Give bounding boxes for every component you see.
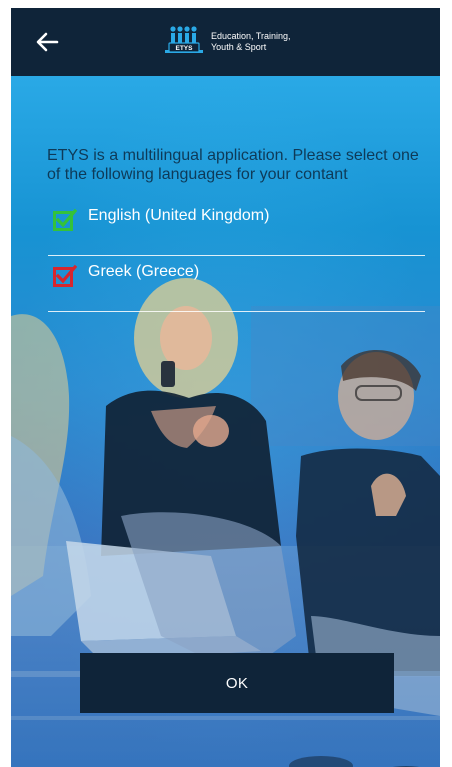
etys-logo-icon: ETYS — [165, 26, 203, 53]
logo-wordmark: Education, Training, Youth & Sport — [211, 31, 321, 53]
app-header: ETYS Education, Training, Youth & Sport — [11, 8, 440, 76]
back-arrow-icon — [36, 32, 59, 52]
checked-checkbox-icon[interactable] — [53, 264, 77, 288]
language-option-greek[interactable]: Greek (Greece) — [48, 256, 425, 312]
language-option-english[interactable]: English (United Kingdom) — [48, 200, 425, 256]
logo-badge-text: ETYS — [176, 45, 194, 52]
logo-line-2: Youth & Sport — [211, 42, 267, 52]
logo-line-1: Education, Training, — [211, 31, 291, 41]
intro-text: ETYS is a multilingual application. Plea… — [47, 147, 419, 183]
language-label: English (United Kingdom) — [88, 207, 270, 224]
checked-checkbox-icon[interactable] — [53, 208, 77, 232]
language-label: Greek (Greece) — [88, 263, 200, 280]
language-list: English (United Kingdom) Greek (Greece) — [48, 200, 425, 312]
back-button[interactable] — [31, 26, 63, 58]
etys-logo: ETYS Education, Training, Youth & Sport — [163, 22, 321, 62]
ok-button[interactable]: OK — [80, 653, 394, 713]
app-screen: ETYS Education, Training, Youth & Sport — [11, 8, 440, 767]
